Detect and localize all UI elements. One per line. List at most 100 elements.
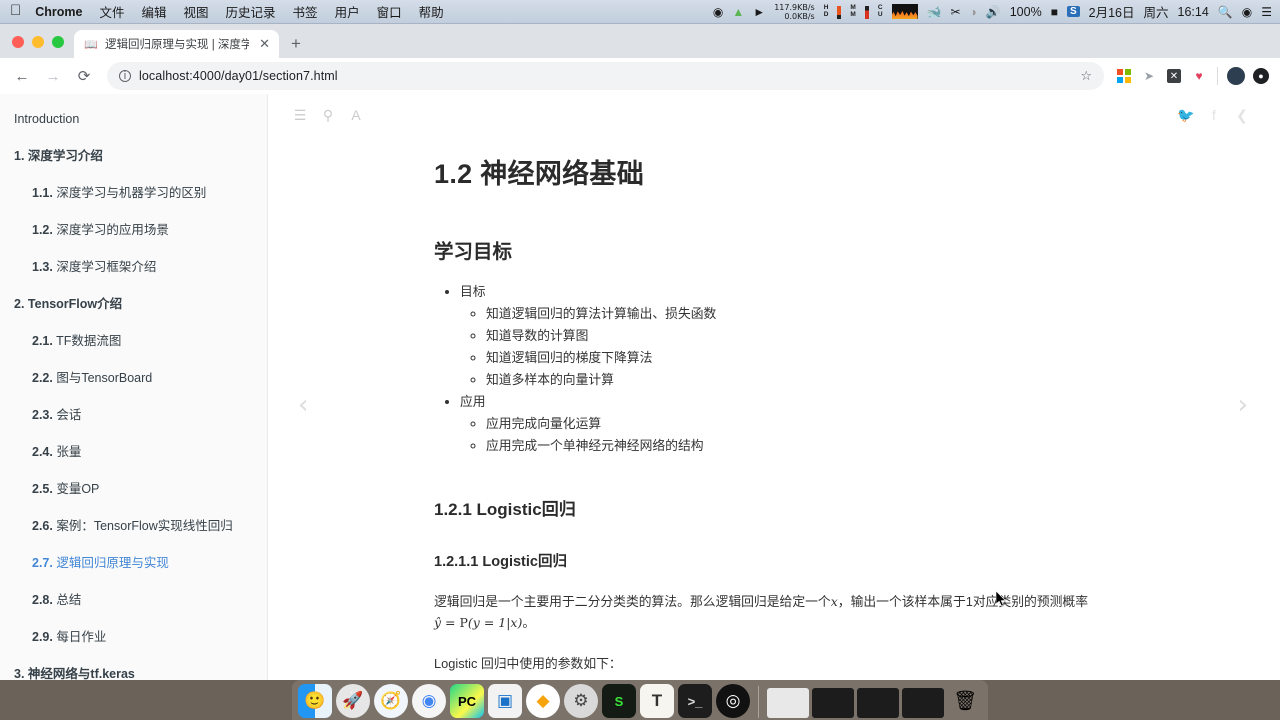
siri-icon[interactable]: ◉ — [1242, 5, 1252, 19]
scissors-icon[interactable]: ✂ — [950, 5, 960, 19]
sidebar-item-25[interactable]: 2.5. 变量OP — [0, 469, 267, 506]
menubar-time[interactable]: 16:14 — [1178, 5, 1209, 19]
profile-avatar[interactable] — [1225, 65, 1247, 87]
site-info-icon[interactable]: i — [119, 70, 131, 82]
dock-icon-settings[interactable]: ⚙ — [564, 684, 598, 718]
sidebar-item-24[interactable]: 2.4. 张量 — [0, 432, 267, 469]
goal-group: 应用应用完成向量化运算应用完成一个单神经元神经网络的结构 — [460, 391, 1114, 457]
sidebar-item-3[interactable]: 3. 神经网络与tf.keras — [0, 654, 267, 680]
sidebar-item-number: 2.2. — [32, 371, 53, 385]
sidebar-item-21[interactable]: 2.1. TF数据流图 — [0, 321, 267, 358]
reload-button[interactable]: ⟳ — [70, 62, 98, 90]
dock-app-list: 🙂 🚀 🧭 ◉ PC ▣ ◆ ⚙ S T >_ ◎ — [298, 684, 750, 718]
menubar-item-bookmarks[interactable]: 书签 — [293, 2, 318, 21]
menubar-item-edit[interactable]: 编辑 — [142, 2, 167, 21]
minimized-window[interactable] — [902, 688, 944, 718]
minimize-window-button[interactable] — [32, 36, 44, 48]
sidebar-item-27[interactable]: 2.7. 逻辑回归原理与实现 — [0, 543, 267, 580]
cursor-extension-icon[interactable]: ➤ — [1138, 65, 1160, 87]
menubar-item-view[interactable]: 视图 — [184, 2, 209, 21]
dock-icon-finder[interactable]: 🙂 — [298, 684, 332, 718]
sidebar-item-28[interactable]: 2.8. 总结 — [0, 580, 267, 617]
sidebar-item-26[interactable]: 2.6. 案例：TensorFlow实现线性回归 — [0, 506, 267, 543]
docker-icon[interactable]: 🐋 — [927, 5, 942, 19]
menubar-date[interactable]: 2月16日 — [1089, 2, 1135, 21]
maximize-window-button[interactable] — [52, 36, 64, 48]
sidebar-item-1[interactable]: 1. 深度学习介绍 — [0, 136, 267, 173]
bookmark-star-icon[interactable]: ☆ — [1080, 68, 1092, 84]
dock-icon-launchpad[interactable]: 🚀 — [336, 684, 370, 718]
close-extension-icon[interactable]: ✕ — [1163, 65, 1185, 87]
article-body: 1.2 神经网络基础 学习目标 目标知道逻辑回归的算法计算输出、损失函数知道导数… — [268, 124, 1280, 680]
sidebar-item-11[interactable]: 1.1. 深度学习与机器学习的区别 — [0, 173, 267, 210]
menubar-weekday[interactable]: 周六 — [1144, 2, 1169, 21]
search-icon[interactable]: ⚲ — [314, 101, 342, 129]
previous-page-arrow[interactable]: ‹ — [298, 390, 308, 420]
menu-icon[interactable]: ☰ — [286, 101, 314, 129]
apple-menu-icon[interactable]:  — [10, 3, 21, 18]
goal-group: 目标知道逻辑回归的算法计算输出、损失函数知道导数的计算图知道逻辑回归的梯度下降算… — [460, 281, 1114, 391]
dock-icon-pycharm[interactable]: PC — [450, 684, 484, 718]
sidebar-item-13[interactable]: 1.3. 深度学习框架介绍 — [0, 247, 267, 284]
dock-icon-glyph: S — [614, 693, 624, 709]
chrome-menu-icon[interactable]: ● — [1250, 65, 1272, 87]
facebook-icon[interactable]: f — [1200, 101, 1228, 129]
close-icon[interactable]: ✕ — [256, 36, 273, 52]
new-tab-button[interactable]: + — [291, 34, 301, 54]
volume-icon[interactable]: 🔊 — [986, 5, 1001, 19]
menubar-item-help[interactable]: 帮助 — [419, 2, 444, 21]
dropbox-icon[interactable]: ◉ — [713, 5, 723, 19]
content-toolbar: ☰ ⚲ A 🐦 f ❮ — [268, 94, 1280, 124]
address-bar[interactable]: i localhost:4000/day01/section7.html ☆ — [107, 62, 1104, 90]
sidebar-item-23[interactable]: 2.3. 会话 — [0, 395, 267, 432]
hdd-usage-icon[interactable] — [837, 4, 842, 19]
battery-icon[interactable]: ■ — [1051, 5, 1058, 19]
minimized-window[interactable] — [857, 688, 899, 718]
memory-usage-icon[interactable] — [864, 4, 869, 19]
update-icon[interactable]: ▲ — [732, 5, 744, 19]
minimized-window[interactable] — [812, 688, 854, 718]
telegram-icon[interactable]: ► — [753, 5, 765, 19]
shield-extension-icon[interactable]: ♥ — [1188, 65, 1210, 87]
dock-icon-keynote[interactable]: ▣ — [488, 684, 522, 718]
menubar-item-profiles[interactable]: 用户 — [335, 2, 360, 21]
dock-icon-chrome[interactable]: ◉ — [412, 684, 446, 718]
sidebar-item-29[interactable]: 2.9. 每日作业 — [0, 617, 267, 654]
mem-label-icon: MM — [850, 4, 856, 18]
menubar-item-file[interactable]: 文件 — [99, 2, 124, 21]
menubar-item-history[interactable]: 历史记录 — [226, 2, 276, 21]
cpu-graph-icon[interactable] — [891, 4, 918, 19]
font-icon[interactable]: A — [342, 101, 370, 129]
wifi-icon[interactable]: ◑ — [970, 5, 977, 19]
sidebar-item-number: 2.9. — [32, 630, 53, 644]
dock-icon-textedit[interactable]: T — [640, 684, 674, 718]
sidebar-item-12[interactable]: 1.2. 深度学习的应用场景 — [0, 210, 267, 247]
close-window-button[interactable] — [12, 36, 24, 48]
forward-button[interactable]: → — [39, 62, 67, 90]
back-button[interactable]: ← — [8, 62, 36, 90]
dock-icon-terminal[interactable]: >_ — [678, 684, 712, 718]
dock-icon-glyph: PC — [457, 693, 477, 709]
sidebar-item-22[interactable]: 2.2. 图与TensorBoard — [0, 358, 267, 395]
browser-tab[interactable]: 📖 逻辑回归原理与实现 | 深度学习 ✕ — [74, 30, 279, 58]
spotlight-search-icon[interactable]: 🔍 — [1218, 5, 1233, 19]
next-page-arrow[interactable]: › — [1238, 390, 1248, 420]
microsoft-extension-icon[interactable] — [1113, 65, 1135, 87]
share-icon[interactable]: ❮ — [1228, 101, 1256, 129]
sidebar-item-introduction[interactable]: Introduction — [0, 108, 267, 136]
dock-icon-safari[interactable]: 🧭 — [374, 684, 408, 718]
battery-percentage[interactable]: 100% — [1010, 5, 1042, 19]
trash-icon[interactable]: 🗑 — [948, 684, 982, 718]
sogou-input-icon[interactable]: S — [1066, 6, 1080, 17]
dock-icon-sublime-text[interactable]: S — [602, 684, 636, 718]
book-sidebar[interactable]: Introduction 1. 深度学习介绍 1.1. 深度学习与机器学习的区别 1… — [0, 94, 268, 680]
dock-icon-sketch[interactable]: ◆ — [526, 684, 560, 718]
sidebar-item-2[interactable]: 2. TensorFlow介绍 — [0, 284, 267, 321]
minimized-window[interactable] — [767, 688, 809, 718]
menubar-item-window[interactable]: 窗口 — [377, 2, 402, 21]
dock-icon-obs[interactable]: ◎ — [716, 684, 750, 718]
twitter-icon[interactable]: 🐦 — [1172, 101, 1200, 129]
menubar-app-name[interactable]: Chrome — [35, 5, 82, 19]
network-speed-indicator[interactable]: 117.9KB/s 0.0KB/s — [774, 3, 815, 21]
control-center-icon[interactable]: ☰ — [1261, 5, 1272, 19]
